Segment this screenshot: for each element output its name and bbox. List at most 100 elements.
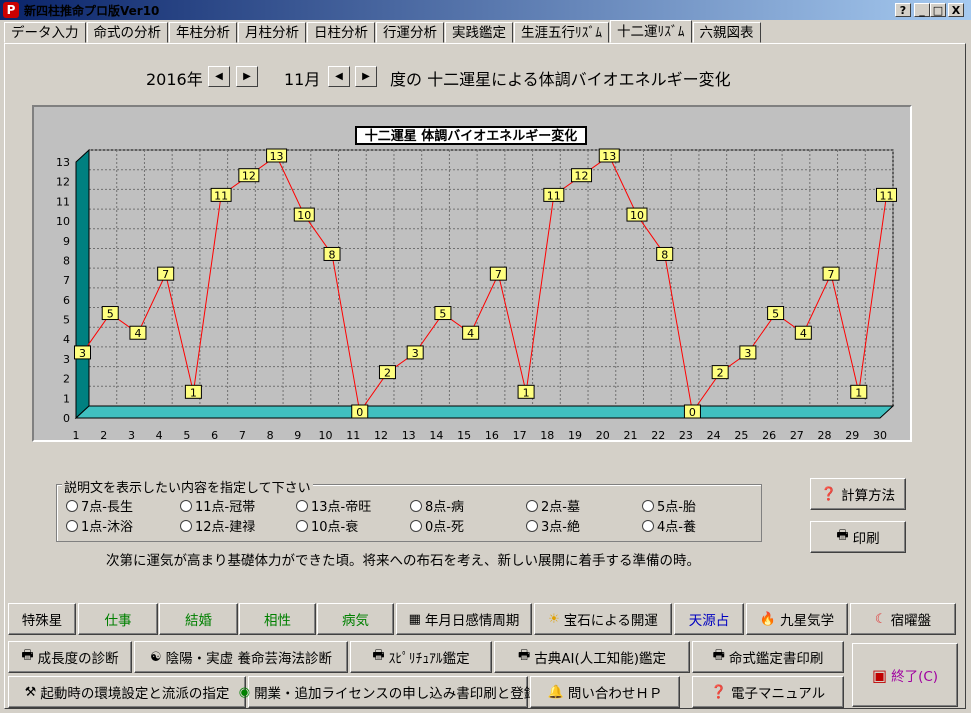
option-radio[interactable]: 5点-胎 <box>642 496 696 515</box>
radio-circle <box>296 500 308 512</box>
option-label: 5点-胎 <box>657 500 696 515</box>
calc-method-button[interactable]: ❓ 計算方法 <box>810 478 906 510</box>
kyusei-button[interactable]: 🔥 九星気学 <box>746 603 848 635</box>
radio-circle <box>526 500 538 512</box>
tengen-button[interactable]: 天源占 <box>674 603 744 635</box>
x-tick-label: 9 <box>294 429 301 442</box>
bell-icon: 🔔 <box>547 684 564 700</box>
option-radio[interactable]: 12点-建禄 <box>180 516 255 535</box>
startup-settings-label: 起動時の環境設定と流派の指定 <box>40 686 230 702</box>
calendar-icon: ▦ <box>408 611 421 627</box>
contact-hp-button[interactable]: 🔔 問い合わせＨＰ <box>530 676 680 708</box>
option-radio[interactable]: 11点-冠帯 <box>180 496 255 515</box>
option-label: 12点-建禄 <box>195 520 256 535</box>
option-radio[interactable]: 3点-絶 <box>526 516 580 535</box>
option-label: 0点-死 <box>425 520 464 535</box>
illness-button[interactable]: 病気 <box>317 603 394 635</box>
x-tick-label: 21 <box>623 429 637 442</box>
option-radio[interactable]: 13点-帝旺 <box>296 496 371 515</box>
x-tick-label: 6 <box>211 429 218 442</box>
moon-icon: ☾ <box>874 611 887 627</box>
y-tick-label: 0 <box>63 412 70 425</box>
printer-icon: 🖶 <box>836 528 849 543</box>
special-star-button[interactable]: 特殊星 <box>8 603 76 635</box>
license-icon: ◉ <box>238 684 251 700</box>
y-tick-label: 10 <box>56 215 70 228</box>
print-button[interactable]: 🖶 印刷 <box>810 521 906 553</box>
classic-ai-button[interactable]: 🖶 古典AI(人工知能)鑑定 <box>494 641 690 673</box>
radio-circle <box>642 500 654 512</box>
option-radio[interactable]: 10点-衰 <box>296 516 358 535</box>
y-tick-label: 1 <box>63 392 70 405</box>
yinyang-diagnosis-label: 陰陽・実虚 養命芸海法診断 <box>165 651 332 667</box>
emotion-cycle-label: 年月日感情周期 <box>424 613 520 629</box>
spiritual-button[interactable]: 🖶 ｽﾋﾟﾘﾁｭｱﾙ鑑定 <box>350 641 492 673</box>
x-tick-label: 2 <box>100 429 107 442</box>
contact-hp-label: 問い合わせＨＰ <box>567 686 663 702</box>
y-tick-label: 8 <box>63 254 70 267</box>
data-label: 11 <box>880 189 894 202</box>
gem-fortune-button[interactable]: ☀ 宝石による開運 <box>534 603 672 635</box>
x-tick-label: 7 <box>239 429 246 442</box>
x-tick-label: 4 <box>156 429 163 442</box>
x-tick-label: 25 <box>734 429 748 442</box>
exit-button[interactable]: ▣ 終了(C) <box>852 643 958 707</box>
option-label: 4点-養 <box>657 520 696 535</box>
x-tick-label: 15 <box>457 429 471 442</box>
emotion-cycle-button[interactable]: ▦ 年月日感情周期 <box>396 603 532 635</box>
option-radio[interactable]: 4点-養 <box>642 516 696 535</box>
data-label: 10 <box>297 209 311 222</box>
data-label: 3 <box>79 347 86 360</box>
x-tick-label: 16 <box>485 429 499 442</box>
data-label: 4 <box>800 327 807 340</box>
x-tick-label: 26 <box>762 429 776 442</box>
option-radio[interactable]: 1点-沐浴 <box>66 516 133 535</box>
radio-circle <box>66 520 78 532</box>
data-label: 1 <box>190 386 197 399</box>
printer-icon: 🖶 <box>21 648 34 663</box>
option-radio[interactable]: 0点-死 <box>410 516 464 535</box>
growth-diagnosis-button[interactable]: 🖶 成長度の診断 <box>8 641 132 673</box>
report-print-button[interactable]: 🖶 命式鑑定書印刷 <box>692 641 844 673</box>
license-button[interactable]: ◉ 開業・追加ライセンスの申し込み書印刷と登録 <box>239 676 537 708</box>
data-label: 0 <box>689 406 696 419</box>
x-tick-label: 5 <box>183 429 190 442</box>
yinyang-icon: ☯ <box>150 649 162 665</box>
calc-method-label: 計算方法 <box>841 488 896 504</box>
options-legend: 説明文を表示したい内容を指定して下さい <box>62 477 313 496</box>
work-button[interactable]: 仕事 <box>78 603 158 635</box>
data-label: 10 <box>630 209 644 222</box>
printer-icon: 🖶 <box>712 648 725 663</box>
data-label: 12 <box>242 170 256 183</box>
printer-icon: 🖶 <box>372 648 385 663</box>
data-label: 11 <box>214 189 228 202</box>
radio-circle <box>526 520 538 532</box>
option-radio[interactable]: 2点-墓 <box>526 496 580 515</box>
option-radio[interactable]: 8点-病 <box>410 496 464 515</box>
option-label: 7点-長生 <box>81 500 133 515</box>
yinyang-diagnosis-button[interactable]: ☯ 陰陽・実虚 養命芸海法診断 <box>134 641 348 673</box>
compatibility-button[interactable]: 相性 <box>239 603 316 635</box>
x-tick-label: 3 <box>128 429 135 442</box>
option-label: 1点-沐浴 <box>81 520 133 535</box>
x-tick-label: 13 <box>402 429 416 442</box>
x-tick-label: 23 <box>679 429 693 442</box>
startup-settings-button[interactable]: ⚒ 起動時の環境設定と流派の指定 <box>8 676 246 708</box>
data-label: 7 <box>495 268 502 281</box>
x-tick-label: 14 <box>429 429 443 442</box>
chart-title: 十二運星 体調バイオエネルギー変化 <box>365 128 578 144</box>
x-tick-label: 8 <box>267 429 274 442</box>
option-label: 10点-衰 <box>311 520 359 535</box>
chart-left-wall <box>75 148 90 420</box>
sukuyo-button[interactable]: ☾ 宿曜盤 <box>850 603 956 635</box>
marriage-button[interactable]: 結婚 <box>159 603 238 635</box>
y-tick-label: 3 <box>63 353 70 366</box>
data-label: 5 <box>772 308 779 321</box>
y-tick-label: 7 <box>63 274 70 287</box>
e-manual-button[interactable]: ❓ 電子マニュアル <box>692 676 844 708</box>
option-radio[interactable]: 7点-長生 <box>66 496 133 515</box>
radio-circle <box>66 500 78 512</box>
option-label: 8点-病 <box>425 500 464 515</box>
x-tick-label: 29 <box>845 429 859 442</box>
data-label: 4 <box>467 327 474 340</box>
